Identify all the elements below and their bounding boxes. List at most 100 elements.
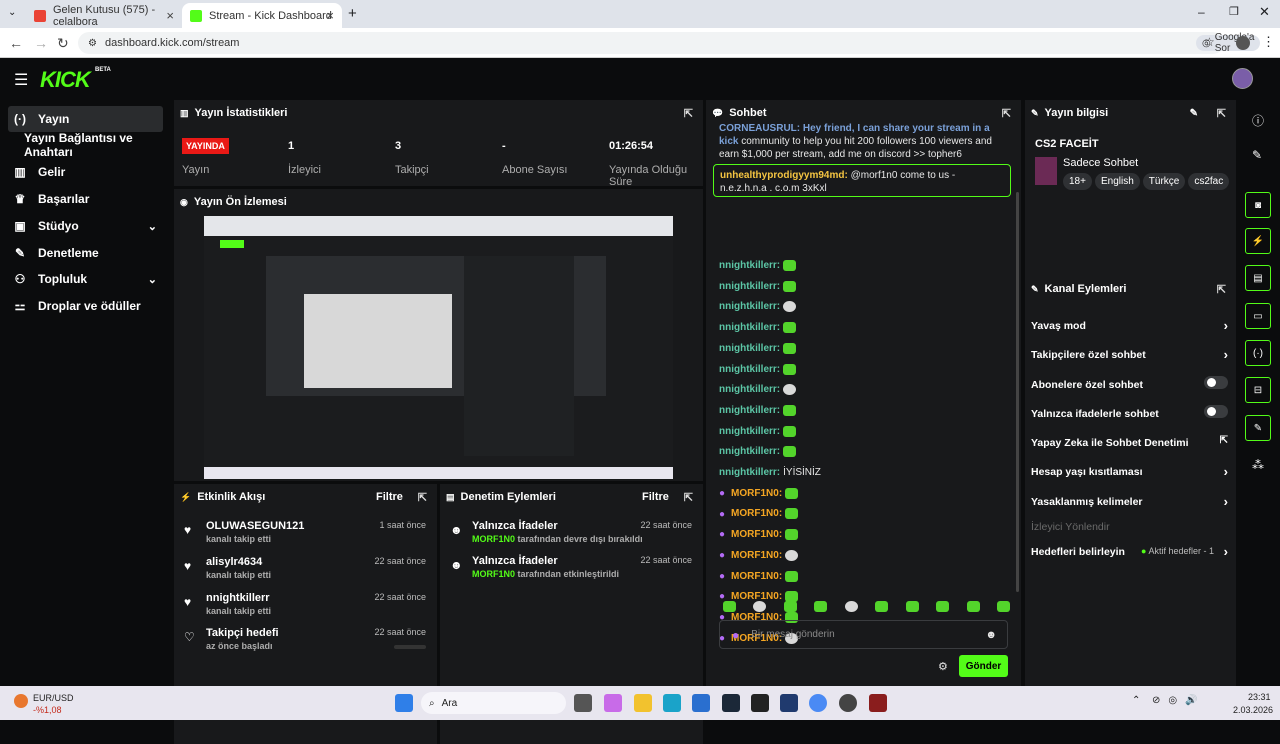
emote-icon[interactable] [966,601,980,612]
store-icon[interactable] [692,694,710,712]
info-icon[interactable]: ⓘ [1252,112,1264,129]
popout-icon[interactable]: ⇱ [1217,283,1226,296]
emoji-picker-icon[interactable]: ☻ [985,629,997,641]
emote-icon[interactable] [875,601,889,612]
chat-username[interactable]: MORF1N0: [731,550,782,561]
channel-action-emotes-only[interactable]: Yalnızca ifadelerle sohbet [1031,405,1228,420]
channel-action-followers-only[interactable]: Takipçilere özel sohbet › [1031,347,1228,362]
channel-action-slow-mode[interactable]: Yavaş mod › [1031,318,1228,333]
address-bar[interactable]: ⚙ dashboard.kick.com/stream ◎ Google'a So… [78,32,1261,54]
sidebar-item-stream-key[interactable]: Yayın Bağlantısı ve Anahtarı [8,131,170,159]
app-icon[interactable] [780,694,798,712]
chat-username[interactable]: nnightkillerr: [719,405,780,416]
back-icon[interactable]: ← [9,35,23,51]
windows-start-icon[interactable] [395,694,413,712]
minimize-icon[interactable]: – [1198,5,1205,19]
sidebar-item-droplar[interactable]: ⚍ Droplar ve ödüller [8,293,163,319]
clock-time[interactable]: 23:31 [1248,692,1271,702]
category-name[interactable]: Sadece Sohbet [1063,157,1138,169]
tab-kick[interactable]: Stream - Kick Dashboard × [182,3,342,28]
emote-icon[interactable] [814,601,828,612]
chat-username[interactable]: nnightkillerr: [719,467,780,478]
file-explorer-icon[interactable] [634,694,652,712]
new-tab-icon[interactable]: + [348,5,357,22]
user-avatar[interactable] [1232,68,1253,89]
ticker-label[interactable]: EUR/USD [33,693,74,703]
chat-username[interactable]: nnightkillerr: [719,426,780,437]
close-tab-icon[interactable]: × [326,8,334,23]
chat-scrollbar[interactable] [1016,192,1019,592]
close-tab-icon[interactable]: × [166,8,174,23]
channel-action-ai-moderation[interactable]: Yapay Zeka ile Sohbet Denetimi ⇱ [1031,435,1228,449]
popout-icon[interactable]: ⇱ [684,491,693,504]
site-info-icon[interactable]: ⚙ [88,38,97,49]
tab-list-icon[interactable]: ⌄ [8,7,16,18]
filter-button[interactable]: Filtre [642,491,669,503]
chat-username[interactable]: nnightkillerr: [719,343,780,354]
clock-date[interactable]: 2.03.2026 [1233,705,1273,715]
chat-username[interactable]: unhealthyprodigyym94md: [720,170,848,181]
chat-username[interactable]: MORF1N0: [731,509,782,520]
sidebar-item-denetleme[interactable]: ✎ Denetleme [8,240,163,266]
rail-chat-button[interactable]: ▭ [1245,303,1271,329]
popout-icon[interactable]: ⇱ [684,107,693,120]
taskbar-search[interactable]: ⌕ Ara [421,692,566,714]
channel-action-subs-only[interactable]: Abonelere özel sohbet [1031,376,1228,391]
popout-icon[interactable]: ⇱ [1217,107,1226,120]
emote-icon[interactable] [723,601,736,612]
rail-lightning-button[interactable]: ⚡ [1245,228,1271,254]
activity-user[interactable]: alisylr4634 [206,556,262,568]
task-view-icon[interactable] [574,694,592,712]
sidebar-item-studyo[interactable]: ▣ Stüdyo ⌄ [8,213,163,239]
rail-camera-button[interactable]: ◙ [1245,192,1271,218]
tab-gmail[interactable]: Gelen Kutusu (575) - celalbora × [26,3,182,28]
emote-icon[interactable] [936,601,950,612]
emote-icon[interactable] [844,601,858,612]
pencil-icon[interactable]: ✎ [1252,148,1262,162]
chat-settings-icon[interactable]: ⚙ [938,660,948,673]
rail-wrench-button[interactable]: ✎ [1245,415,1271,441]
sidebar-item-basarilar[interactable]: ♛ Başarılar [8,186,163,212]
emote-icon[interactable] [783,601,797,612]
bookmark-star-icon[interactable]: ☆ [1204,35,1215,49]
browser-menu-icon[interactable]: ⋮ [1262,34,1275,50]
sidebar-item-yayin[interactable]: (·) Yayın [8,106,163,132]
window-close-icon[interactable]: ✕ [1259,4,1270,20]
subs-only-toggle[interactable] [1204,376,1228,389]
chat-username[interactable]: nnightkillerr: [719,384,780,395]
tray-icons[interactable]: ⊘◎🔊 [1152,695,1206,706]
mod-user[interactable]: MORF1N0 [472,569,515,579]
mod-user[interactable]: MORF1N0 [472,534,515,544]
sidebar-item-topluluk[interactable]: ⚇ Topluluk ⌄ [8,266,163,292]
chat-input[interactable]: ● Bir mesaj gönderin ☻ [719,620,1008,649]
stream-preview-video[interactable] [204,216,673,479]
popout-icon[interactable]: ⇱ [1002,107,1011,120]
send-button[interactable]: Gönder [959,655,1008,677]
popout-icon[interactable]: ⇱ [418,491,427,504]
app-icon[interactable] [839,694,857,712]
chat-username[interactable]: nnightkillerr: [719,364,780,375]
forward-icon[interactable]: → [34,35,48,51]
channel-action-banned-words[interactable]: Yasaklanmış kelimeler › [1031,494,1228,509]
app-icon[interactable] [869,694,887,712]
rail-layout-button[interactable]: ⊟ [1245,377,1271,403]
emote-icon[interactable] [753,601,767,612]
sidebar-item-gelir[interactable]: ▥ Gelir [8,159,163,185]
shapes-icon[interactable]: ⁂ [1252,458,1264,472]
activity-user[interactable]: nnightkillerr [206,592,270,604]
channel-action-goals[interactable]: Hedefleri belirleyin ● Aktif hedefler - 1… [1031,544,1228,559]
chat-username[interactable]: nnightkillerr: [719,446,780,457]
restore-icon[interactable]: ❐ [1229,5,1239,18]
app-icon[interactable] [751,694,769,712]
reload-icon[interactable]: ↻ [57,35,69,52]
edge-icon[interactable] [663,694,681,712]
steam-icon[interactable] [722,694,740,712]
edit-icon[interactable]: ✎ [1190,108,1198,119]
chat-username[interactable]: nnightkillerr: [719,302,780,313]
chat-username[interactable]: nnightkillerr: [719,260,780,271]
copilot-icon[interactable] [604,694,622,712]
emote-icon[interactable] [996,601,1010,612]
activity-user[interactable]: OLUWASEGUN121 [206,520,304,532]
rail-broadcast-button[interactable]: (·) [1245,340,1271,366]
profile-avatar[interactable] [1236,36,1250,50]
